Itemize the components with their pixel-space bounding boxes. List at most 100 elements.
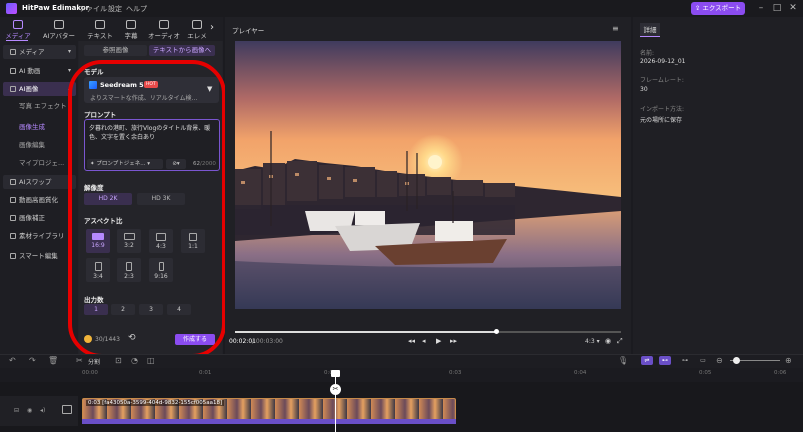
menu-icon[interactable]: ≡	[612, 24, 619, 33]
redo-icon[interactable]: ↷	[29, 356, 36, 365]
sidebar-item-upscale[interactable]: 動画高画質化	[3, 193, 76, 207]
link-icon[interactable]: ⊷	[659, 356, 671, 365]
prev-frame-icon[interactable]: ◂◂	[408, 337, 415, 345]
zoom-out-icon[interactable]: ⊖	[716, 356, 723, 365]
menu-file[interactable]: ファイル	[79, 4, 107, 14]
aspect-shape-icon	[94, 262, 102, 271]
tab-ai-avatar[interactable]: AIアバター	[40, 17, 78, 41]
model-description: よりスマートな作成、リアルタイム検...	[90, 95, 198, 102]
preview-icon[interactable]: ▭	[697, 356, 709, 365]
microphone-icon[interactable]: 🎙	[618, 356, 628, 365]
camera-icon[interactable]: ◉	[605, 337, 611, 345]
menu-settings[interactable]: 設定	[108, 4, 122, 14]
detail-import-label: インポート方法:	[640, 106, 685, 113]
zoom-handle[interactable]	[733, 357, 740, 364]
aspect-9-16[interactable]: 9:16	[149, 258, 173, 282]
tag-icon: ⊘▾	[172, 161, 180, 167]
upscale-icon	[10, 197, 16, 203]
total-time: / 00:03:00	[252, 338, 283, 345]
tab-audio[interactable]: オーディオ	[144, 17, 184, 41]
sidebar-item-media[interactable]: メディア ▾	[3, 45, 76, 59]
segment-reference-image[interactable]: 参照画像	[84, 45, 147, 56]
play-icon[interactable]: ▶	[436, 337, 441, 345]
harbor-sunset-image	[235, 41, 621, 309]
step-back-icon[interactable]: ◂	[422, 337, 426, 345]
sidebar-item-photo-effects[interactable]: 写真 エフェクト	[3, 99, 76, 113]
resolution-heading: 解像度	[84, 184, 104, 192]
fullscreen-icon[interactable]: ⤢	[617, 337, 623, 346]
timeline-ruler[interactable]	[0, 368, 803, 382]
minimize-icon[interactable]: –	[754, 2, 768, 15]
track-lock-icon[interactable]: ⊟	[14, 407, 19, 414]
playhead[interactable]	[335, 370, 336, 432]
tab-details[interactable]: 詳細	[640, 23, 660, 37]
next-frame-icon[interactable]: ▸▸	[450, 337, 457, 345]
undo-icon[interactable]: ↶	[9, 356, 16, 365]
prompt-generator-dropdown[interactable]: ✦ プロンプトジェネ... ▾	[87, 159, 163, 169]
output-count-1[interactable]: 1	[84, 304, 108, 315]
close-icon[interactable]: ✕	[786, 2, 800, 15]
output-count-2[interactable]: 2	[111, 304, 135, 315]
output-count-4[interactable]: 4	[167, 304, 191, 315]
split-label[interactable]: 分割	[88, 357, 100, 366]
aspect-16-9[interactable]: 16:9	[86, 229, 110, 253]
sidebar-item-smart-edit[interactable]: スマート編集	[3, 249, 76, 263]
output-count-3[interactable]: 3	[139, 304, 163, 315]
thumbnail-icon[interactable]	[62, 405, 72, 414]
resolution-3k-button[interactable]: HD 3K	[137, 193, 185, 205]
video-preview[interactable]	[235, 41, 621, 309]
sidebar-item-ai-image[interactable]: AI画像 ▴	[3, 82, 76, 96]
media-icon	[13, 20, 23, 29]
volume-icon[interactable]: ◂)	[40, 407, 45, 414]
snap-icon[interactable]: ⊶	[679, 356, 691, 365]
delete-icon[interactable]: 🗑	[48, 356, 58, 365]
freeze-icon[interactable]: ◫	[147, 356, 155, 365]
crop-icon[interactable]: ⊡	[115, 356, 122, 365]
refresh-icon[interactable]: ⟲	[128, 333, 136, 343]
aspect-3-2[interactable]: 3:2	[117, 229, 141, 253]
tab-media[interactable]: メディア	[2, 17, 34, 41]
sidebar-item-ai-swap[interactable]: AIスワップ	[3, 175, 76, 189]
aspect-ratio-select[interactable]: 4:3 ▾	[585, 338, 600, 345]
sidebar-item-library[interactable]: 素材ライブラリ	[3, 229, 76, 243]
sidebar-item-ai-video[interactable]: AI 動画 ▾	[3, 64, 76, 78]
chevron-right-icon[interactable]: ›	[210, 22, 214, 33]
create-button[interactable]: 作成する	[175, 334, 215, 345]
sidebar-item-image-generation[interactable]: 画像生成	[3, 120, 76, 134]
sidebar-item-image-edit[interactable]: 画像編集	[3, 138, 76, 152]
tab-elements[interactable]: エレメ	[184, 17, 210, 41]
tab-subtitles[interactable]: 字幕	[115, 17, 147, 41]
maximize-icon[interactable]: □	[770, 2, 784, 15]
coin-icon	[84, 335, 92, 343]
folder-icon	[10, 49, 16, 55]
magnet-icon[interactable]: ⇌	[641, 356, 653, 365]
menu-help[interactable]: ヘルプ	[126, 4, 147, 14]
segment-text-to-image[interactable]: テキストから画像へ	[149, 45, 215, 56]
output-count-heading: 出力数	[84, 296, 104, 304]
aspect-2-3[interactable]: 2:3	[117, 258, 141, 282]
eye-icon[interactable]: ◉	[27, 407, 32, 414]
sidebar-item-enhance[interactable]: 画像補正	[3, 211, 76, 225]
prompt-text[interactable]: 夕暮れの港町、旅行Vlogのタイトル背景、暖色、文字を置く余白あり	[89, 124, 214, 142]
detail-name-value: 2026-09-12_01	[640, 58, 686, 65]
chevron-down-icon[interactable]: ▼	[207, 85, 212, 93]
player-title: プレイヤー	[232, 27, 265, 35]
prompt-options-button[interactable]: ⊘▾	[166, 159, 186, 169]
split-scissors-icon[interactable]: ✂	[330, 384, 341, 395]
subtitle-icon	[126, 20, 136, 29]
playhead-handle[interactable]	[331, 370, 340, 377]
tab-text[interactable]: テキスト	[84, 17, 116, 41]
zoom-in-icon[interactable]: ⊕	[785, 356, 792, 365]
aspect-3-4[interactable]: 3:4	[86, 258, 110, 282]
resolution-2k-button[interactable]: HD 2K	[84, 193, 132, 205]
aspect-1-1[interactable]: 1:1	[181, 229, 205, 253]
export-button[interactable]: ⇪ エクスポート	[691, 2, 745, 15]
sidebar-item-my-projects[interactable]: マイプロジェ...	[3, 156, 76, 170]
aspect-shape-icon	[126, 262, 132, 271]
smart-edit-icon	[10, 253, 16, 259]
speed-icon[interactable]: ◔	[131, 356, 138, 365]
aspect-4-3[interactable]: 4:3	[149, 229, 173, 253]
scissors-icon[interactable]: ✂	[76, 356, 83, 365]
avatar-icon	[54, 20, 64, 29]
detail-name-label: 名前:	[640, 50, 655, 57]
